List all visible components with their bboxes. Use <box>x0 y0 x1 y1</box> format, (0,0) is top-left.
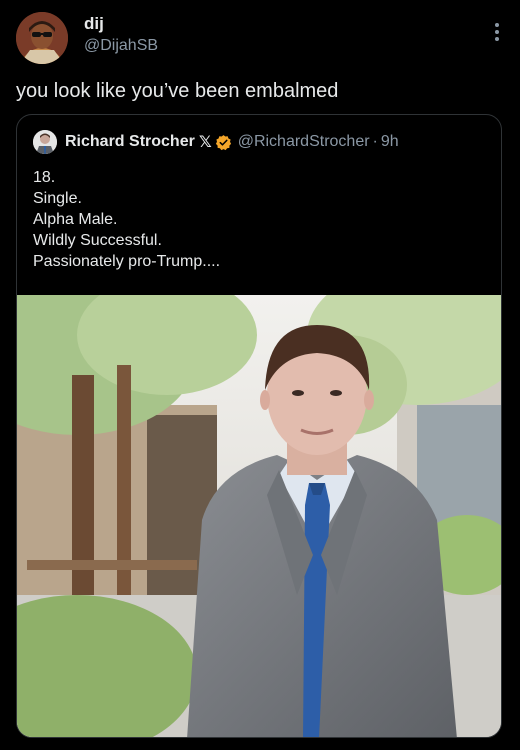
quoted-photo[interactable] <box>17 295 502 738</box>
quoted-author-row: Richard Strocher 𝕏 @RichardStrocher · 9h <box>33 129 399 155</box>
quoted-timestamp[interactable]: 9h <box>381 133 399 151</box>
more-vertical-icon[interactable] <box>494 22 500 42</box>
x-premium-icon: 𝕏 <box>198 134 212 151</box>
separator-dot: · <box>372 133 378 150</box>
quoted-line-age: 18. <box>33 169 56 186</box>
quoted-line-success: Wildly Successful. <box>33 232 162 249</box>
author-info: dij @DijahSB <box>84 14 158 56</box>
quoted-tweet-card[interactable]: Richard Strocher 𝕏 @RichardStrocher · 9h… <box>16 114 502 738</box>
quoted-author-avatar[interactable] <box>33 130 57 154</box>
quoted-avatar-photo <box>33 130 57 154</box>
avatar-photo <box>16 12 68 64</box>
quoted-line-alpha: Alpha Male. <box>33 211 118 228</box>
author-display-name[interactable]: dij <box>84 14 158 34</box>
tweet: dij @DijahSB you look like you’ve been e… <box>0 0 520 750</box>
verified-badge-icon <box>215 134 231 150</box>
quoted-handle[interactable]: @RichardStrocher <box>238 133 370 151</box>
quoted-line-politics: Passionately pro-Trump.... <box>33 253 221 270</box>
post-text: you look like you’ve been embalmed <box>16 80 339 102</box>
quoted-display-name[interactable]: Richard Strocher <box>65 133 195 151</box>
quoted-line-status: Single. <box>33 190 82 207</box>
author-handle[interactable]: @DijahSB <box>84 36 158 56</box>
quoted-text: 18. Single. Alpha Male. Wildly Successfu… <box>33 167 220 272</box>
author-avatar[interactable] <box>16 12 68 64</box>
